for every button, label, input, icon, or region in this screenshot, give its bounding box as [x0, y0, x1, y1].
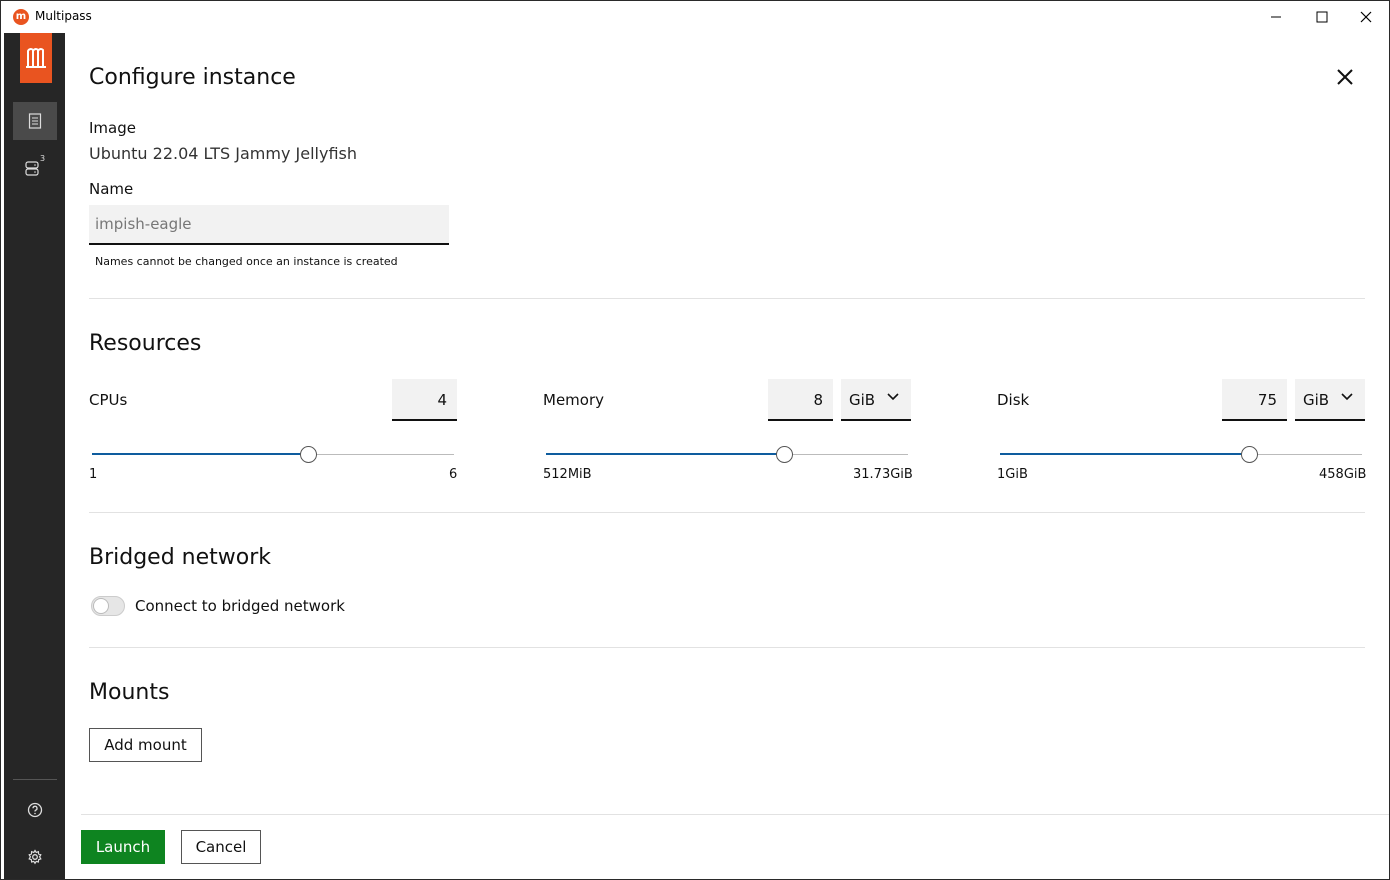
sidebar-item-settings[interactable] — [13, 838, 57, 876]
app-window: m Multipass 3 Configure instance Image U… — [0, 0, 1390, 880]
memory-slider-thumb[interactable] — [776, 446, 793, 463]
instances-count-badge: 3 — [40, 154, 46, 163]
memory-slider-track — [785, 454, 908, 455]
close-icon — [1360, 11, 1372, 23]
catalogue-icon — [28, 113, 42, 129]
close-panel-button[interactable] — [1335, 67, 1355, 87]
chevron-down-icon — [1341, 393, 1353, 401]
disk-slider-fill — [1000, 453, 1250, 455]
disk-slider[interactable] — [1000, 444, 1362, 464]
configure-panel: Configure instance Image Ubuntu 22.04 LT… — [65, 33, 1389, 879]
section-divider — [89, 512, 1365, 513]
toggle-knob — [93, 598, 109, 614]
resources-title: Resources — [89, 331, 202, 356]
image-value: Ubuntu 22.04 LTS Jammy Jellyfish — [89, 144, 357, 163]
cpus-slider-fill — [92, 453, 309, 455]
cpus-min-label: 1 — [89, 467, 98, 482]
name-input[interactable] — [89, 205, 449, 245]
cancel-button[interactable]: Cancel — [181, 830, 261, 864]
launch-button[interactable]: Launch — [81, 830, 165, 864]
cpus-input[interactable]: 4 — [392, 379, 457, 421]
maximize-button[interactable] — [1299, 1, 1345, 33]
disk-label: Disk — [997, 391, 1030, 409]
cpus-slider[interactable] — [92, 444, 454, 464]
title-bar: m Multipass — [1, 1, 1389, 33]
bridged-network-title: Bridged network — [89, 545, 272, 570]
memory-input[interactable]: 8 — [768, 379, 833, 421]
cpus-slider-thumb[interactable] — [300, 446, 317, 463]
mounts-title: Mounts — [89, 680, 170, 705]
add-mount-button[interactable]: Add mount — [89, 728, 202, 762]
minimize-icon — [1271, 16, 1281, 18]
footer-divider — [81, 814, 1389, 815]
sidebar-item-help[interactable] — [13, 791, 57, 829]
multipass-app-icon: m — [13, 9, 29, 25]
disk-unit-value: GiB — [1303, 391, 1330, 409]
name-label: Name — [89, 180, 134, 198]
minimize-button[interactable] — [1253, 1, 1299, 33]
disk-unit-select[interactable]: GiB — [1295, 379, 1365, 421]
maximize-icon — [1316, 11, 1328, 23]
memory-unit-value: GiB — [849, 391, 876, 409]
disk-slider-thumb[interactable] — [1241, 446, 1258, 463]
memory-slider[interactable] — [546, 444, 908, 464]
page-title: Configure instance — [89, 65, 296, 90]
help-icon — [27, 802, 43, 818]
memory-min-label: 512MiB — [543, 467, 592, 482]
window-title: Multipass — [35, 9, 92, 23]
multipass-logo-icon — [26, 48, 46, 68]
disk-max-label: 458GiB — [1319, 467, 1367, 482]
close-window-button[interactable] — [1343, 1, 1389, 33]
memory-max-label: 31.73GiB — [853, 467, 913, 482]
close-icon — [1337, 69, 1353, 85]
chevron-down-icon — [887, 393, 899, 401]
sidebar-item-instances[interactable]: 3 — [13, 148, 57, 186]
cpus-slider-track — [309, 454, 454, 455]
gear-icon — [28, 849, 42, 865]
disk-slider-track — [1250, 454, 1362, 455]
image-label: Image — [89, 119, 136, 137]
name-hint: Names cannot be changed once an instance… — [95, 255, 398, 268]
cpus-label: CPUs — [89, 391, 128, 409]
sidebar-item-catalogue[interactable] — [13, 102, 57, 140]
sidebar: 3 — [4, 33, 65, 879]
sidebar-divider — [13, 779, 57, 780]
section-divider — [89, 647, 1365, 648]
bridged-network-label: Connect to bridged network — [135, 597, 345, 615]
disk-input[interactable]: 75 — [1222, 379, 1287, 421]
multipass-logo — [20, 33, 52, 83]
disk-min-label: 1GiB — [997, 467, 1028, 482]
cpus-max-label: 6 — [449, 467, 458, 482]
memory-slider-fill — [546, 453, 785, 455]
memory-unit-select[interactable]: GiB — [841, 379, 911, 421]
memory-label: Memory — [543, 391, 605, 409]
section-divider — [89, 298, 1365, 299]
bridged-network-toggle[interactable] — [91, 596, 125, 616]
